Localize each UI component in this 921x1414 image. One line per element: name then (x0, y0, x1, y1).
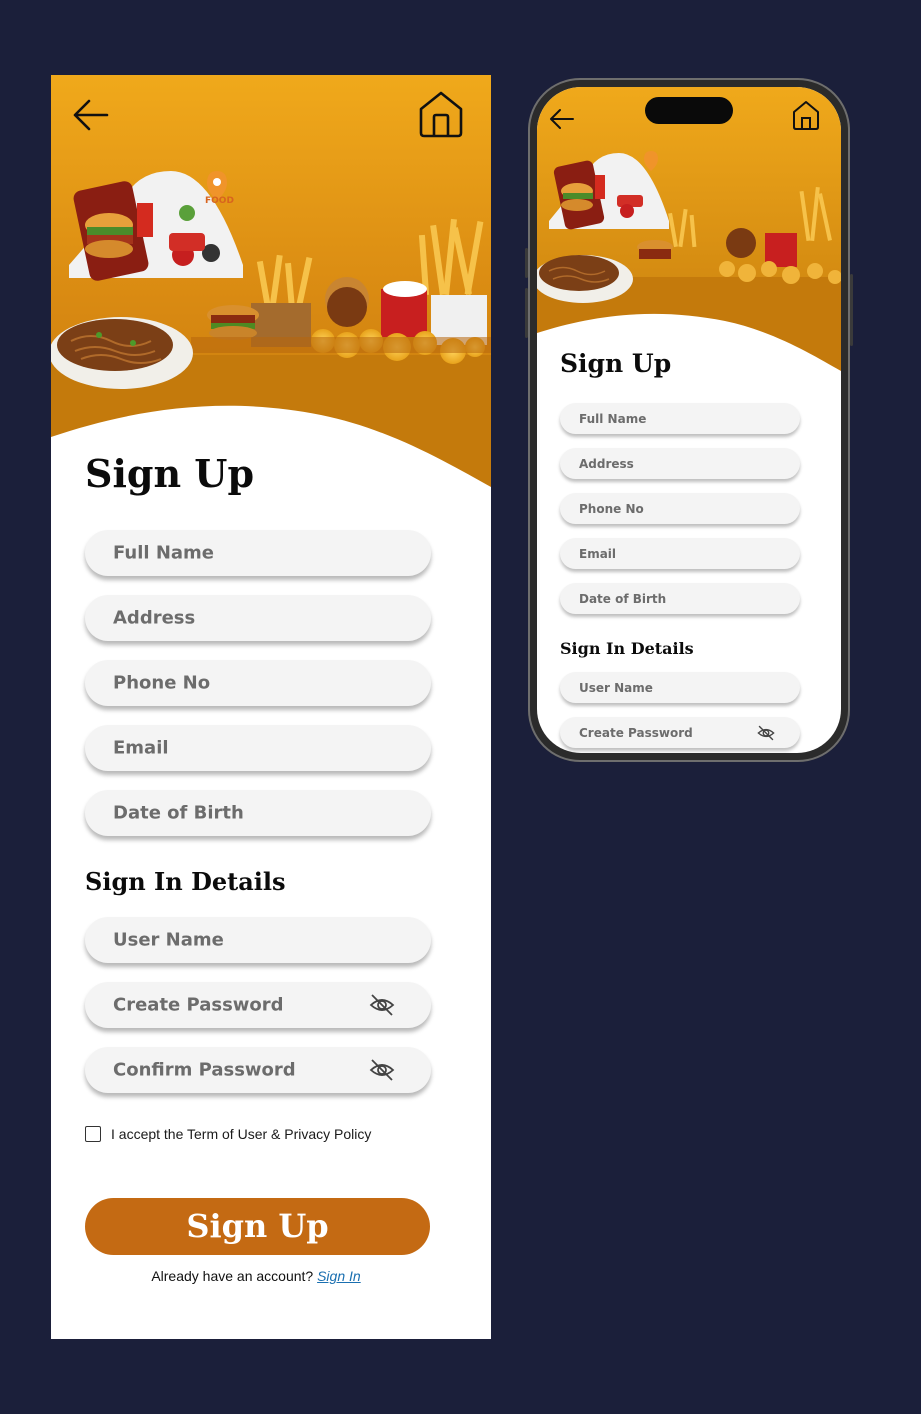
terms-checkbox[interactable] (85, 1126, 101, 1142)
phone-screen: Sign Up Full Name Address Phone No Email… (537, 87, 841, 753)
home-icon[interactable] (417, 89, 465, 139)
confirm-password-placeholder: Confirm Password (113, 1059, 296, 1081)
already-account-text: Already have an account? (151, 1268, 314, 1284)
hero-banner: FOOD (51, 75, 491, 575)
hero-food-image: FOOD (51, 75, 491, 575)
dob-field[interactable]: Date of Birth (560, 583, 800, 614)
address-field[interactable]: Address (560, 448, 800, 479)
full-name-field[interactable]: Full Name (560, 403, 800, 434)
dynamic-island (645, 97, 733, 124)
address-placeholder: Address (579, 456, 634, 471)
back-arrow-icon[interactable] (547, 104, 577, 134)
phone-power-button (850, 274, 853, 346)
create-password-field[interactable]: Create Password (85, 982, 431, 1028)
username-field[interactable]: User Name (85, 917, 431, 963)
signup-screen: FOOD Sign Up Full Name Address Phone No … (51, 75, 491, 1339)
page-title: Sign Up (560, 349, 672, 378)
phone-placeholder: Phone No (113, 672, 211, 694)
dob-placeholder: Date of Birth (113, 802, 244, 824)
home-icon[interactable] (791, 99, 821, 131)
hero-food-image (537, 87, 841, 387)
svg-text:FOOD: FOOD (205, 196, 234, 206)
page-title: Sign Up (85, 451, 255, 496)
create-password-placeholder: Create Password (579, 725, 693, 740)
dob-placeholder: Date of Birth (579, 591, 667, 606)
email-placeholder: Email (579, 546, 617, 561)
back-arrow-icon[interactable] (69, 93, 113, 137)
phone-volume-button (525, 288, 528, 338)
full-name-field[interactable]: Full Name (85, 530, 431, 576)
dob-field[interactable]: Date of Birth (85, 790, 431, 836)
eye-off-icon[interactable] (757, 724, 775, 742)
confirm-password-field[interactable]: Confirm Password (85, 1047, 431, 1093)
email-placeholder: Email (113, 737, 169, 759)
address-placeholder: Address (113, 607, 196, 629)
phone-volume-button (525, 248, 528, 278)
create-password-field[interactable]: Create Password (560, 717, 800, 748)
phone-placeholder: Phone No (579, 501, 644, 516)
already-account-row: Already have an account? Sign In (51, 1268, 461, 1284)
phone-field[interactable]: Phone No (560, 493, 800, 524)
full-name-placeholder: Full Name (113, 542, 214, 564)
phone-field[interactable]: Phone No (85, 660, 431, 706)
email-field[interactable]: Email (560, 538, 800, 569)
create-password-placeholder: Create Password (113, 994, 284, 1016)
signin-details-heading: Sign In Details (560, 639, 694, 658)
signin-details-heading: Sign In Details (85, 867, 286, 896)
eye-off-icon[interactable] (369, 1057, 395, 1083)
terms-row: I accept the Term of User & Privacy Poli… (85, 1126, 371, 1142)
terms-label: I accept the Term of User & Privacy Poli… (111, 1126, 372, 1142)
phone-mockup: Sign Up Full Name Address Phone No Email… (525, 78, 853, 762)
email-field[interactable]: Email (85, 725, 431, 771)
sign-in-link[interactable]: Sign In (317, 1268, 361, 1284)
username-field[interactable]: User Name (560, 672, 800, 703)
address-field[interactable]: Address (85, 595, 431, 641)
signup-button[interactable]: Sign Up (85, 1198, 430, 1255)
username-placeholder: User Name (113, 929, 224, 951)
eye-off-icon[interactable] (369, 992, 395, 1018)
full-name-placeholder: Full Name (579, 411, 647, 426)
username-placeholder: User Name (579, 680, 653, 695)
